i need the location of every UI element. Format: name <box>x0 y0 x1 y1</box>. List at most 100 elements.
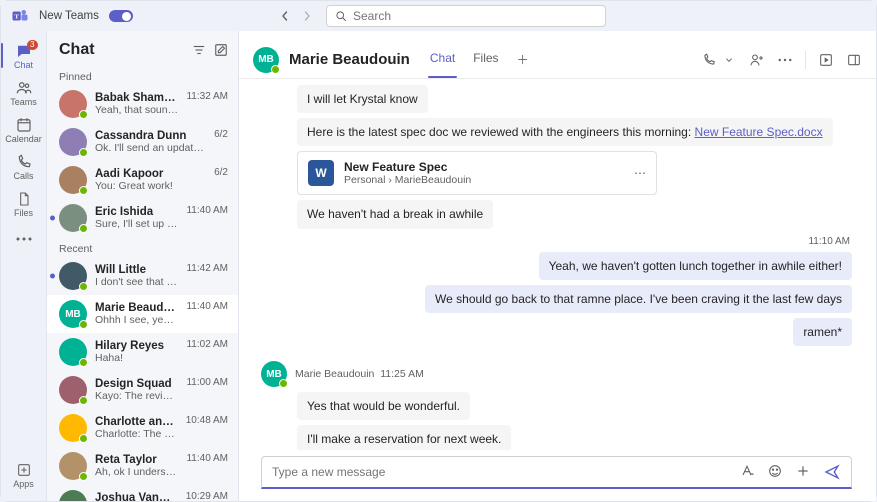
chat-name: Charlotte and Babak <box>95 416 178 428</box>
chat-time: 10:29 AM <box>186 491 228 501</box>
chat-row[interactable]: Cassandra DunnOk. I'll send an update la… <box>47 123 238 161</box>
chat-name: Eric Ishida <box>95 206 178 218</box>
header-more-button[interactable] <box>777 52 793 68</box>
chat-name: Babak Shammas <box>95 92 178 104</box>
chat-row[interactable]: Charlotte and BabakCharlotte: The client… <box>47 409 238 447</box>
tab-add[interactable]: ＋ <box>515 51 531 78</box>
search-input[interactable] <box>353 9 597 23</box>
chat-badge: 3 <box>27 40 37 50</box>
chat-time: 10:48 AM <box>186 415 228 426</box>
chat-row[interactable]: MB Marie BeaudouinOhhh I see, yes let me … <box>47 295 238 333</box>
send-button[interactable] <box>823 463 841 481</box>
nav-back-button[interactable] <box>276 7 294 25</box>
header-avatar[interactable]: MB <box>253 47 279 73</box>
chat-preview: Ok. I'll send an update later. <box>95 142 206 154</box>
message-outgoing[interactable]: We should go back to that ramne place. I… <box>425 285 852 313</box>
filter-icon[interactable] <box>192 43 206 57</box>
chat-row[interactable]: Design SquadKayo: The review went really… <box>47 371 238 409</box>
file-more-button[interactable]: ⋯ <box>634 166 646 180</box>
chat-row[interactable]: Reta TaylorAh, ok I understand now.11:40… <box>47 447 238 485</box>
chat-list-panel: Chat Pinned Babak ShammasYeah, that soun… <box>47 31 239 501</box>
pinned-label: Pinned <box>47 65 238 85</box>
chat-time: 11:32 AM <box>186 91 228 102</box>
message-incoming[interactable]: I will let Krystal know <box>297 85 428 113</box>
open-app-button[interactable] <box>818 52 834 68</box>
chat-name: Cassandra Dunn <box>95 130 206 142</box>
plus-icon[interactable] <box>795 463 811 481</box>
calendar-icon <box>15 116 33 134</box>
message-incoming[interactable]: Yes that would be wonderful. <box>297 392 470 420</box>
files-icon <box>15 190 33 208</box>
avatar: MB <box>59 300 87 328</box>
new-teams-label: New Teams <box>39 10 99 22</box>
message-incoming[interactable]: We haven't had a break in awhile <box>297 200 493 228</box>
format-icon[interactable] <box>739 463 755 481</box>
rail-files-label: Files <box>14 208 33 218</box>
chat-time: 11:02 AM <box>186 339 228 350</box>
message-outgoing[interactable]: Yeah, we haven't gotten lunch together i… <box>539 252 852 280</box>
chevron-down-icon[interactable] <box>721 52 737 68</box>
rail-more[interactable] <box>1 222 47 256</box>
chat-time: 11:00 AM <box>186 377 228 388</box>
rail-calendar-label: Calendar <box>5 134 42 144</box>
compose-icon[interactable] <box>214 43 228 57</box>
message-outgoing[interactable]: ramen* <box>793 318 852 346</box>
chat-time: 11:42 AM <box>186 263 228 274</box>
word-icon: W <box>308 160 334 186</box>
chat-time: 11:40 AM <box>186 301 228 312</box>
chat-row[interactable]: Aadi KapoorYou: Great work!6/2 <box>47 161 238 199</box>
file-attachment-card[interactable]: W New Feature Spec Personal › MarieBeaud… <box>297 151 657 195</box>
chat-row[interactable]: Will LittleI don't see that being an iss… <box>47 257 238 295</box>
conversation-panel: MB Marie Beaudouin Chat Files ＋ <box>239 31 876 501</box>
avatar <box>59 128 87 156</box>
avatar <box>59 166 87 194</box>
chat-preview: Sure, I'll set up something for next wee… <box>95 218 178 230</box>
rail-calendar[interactable]: Calendar <box>1 111 47 148</box>
title-bar: T New Teams <box>1 1 876 31</box>
emoji-icon[interactable] <box>767 463 783 481</box>
chat-name: Marie Beaudouin <box>95 302 178 314</box>
message-composer[interactable] <box>261 456 852 489</box>
chat-row[interactable]: Eric IshidaSure, I'll set up something f… <box>47 199 238 237</box>
people-add-button[interactable] <box>749 52 765 68</box>
timestamp: 11:10 AM <box>808 236 850 247</box>
chat-name: Joshua VanBuren <box>95 492 178 501</box>
nav-forward-button[interactable] <box>298 7 316 25</box>
rail-chat[interactable]: 3 Chat <box>1 37 47 74</box>
rail-apps-label: Apps <box>13 479 34 489</box>
file-meta: Personal › MarieBeaudouin <box>344 174 471 186</box>
avatar <box>59 338 87 366</box>
rail-apps[interactable]: Apps <box>1 456 47 493</box>
message-incoming[interactable]: I'll make a reservation for next week. <box>297 425 511 450</box>
rail-calls[interactable]: Calls <box>1 148 47 185</box>
panel-button[interactable] <box>846 52 862 68</box>
search-icon <box>335 10 347 22</box>
avatar <box>59 414 87 442</box>
avatar <box>59 490 87 501</box>
chat-row[interactable]: Babak ShammasYeah, that sounds great 11:3… <box>47 85 238 123</box>
search-bar[interactable] <box>326 5 606 27</box>
spec-link[interactable]: New Feature Spec.docx <box>695 125 823 139</box>
chat-name: Design Squad <box>95 378 178 390</box>
rail-chat-label: Chat <box>14 60 33 70</box>
tab-chat[interactable]: Chat <box>428 51 457 78</box>
tab-files[interactable]: Files <box>471 51 500 78</box>
chat-time: 11:40 AM <box>186 453 228 464</box>
call-button[interactable] <box>701 52 717 68</box>
apps-icon <box>15 461 33 479</box>
new-teams-toggle[interactable] <box>109 10 133 22</box>
message-incoming[interactable]: Here is the latest spec doc we reviewed … <box>297 118 833 146</box>
rail-files[interactable]: Files <box>1 185 47 222</box>
chat-row[interactable]: Hilary ReyesHaha!11:02 AM <box>47 333 238 371</box>
message-list: I will let Krystal know Here is the late… <box>239 79 876 450</box>
message-text: Here is the latest spec doc we reviewed … <box>307 125 695 139</box>
rail-teams[interactable]: Teams <box>1 74 47 111</box>
sender-avatar[interactable]: MB <box>261 361 287 387</box>
rail-calls-label: Calls <box>13 171 33 181</box>
avatar <box>59 262 87 290</box>
composer-input[interactable] <box>272 465 729 479</box>
chat-preview: Yeah, that sounds great <box>95 104 178 116</box>
app-rail: 3 Chat Teams Calendar Calls Files <box>1 31 47 501</box>
chat-row[interactable]: Joshua VanBurenThanks for reviewing!10:2… <box>47 485 238 501</box>
chat-preview: Ohhh I see, yes let me fix that! <box>95 314 178 326</box>
